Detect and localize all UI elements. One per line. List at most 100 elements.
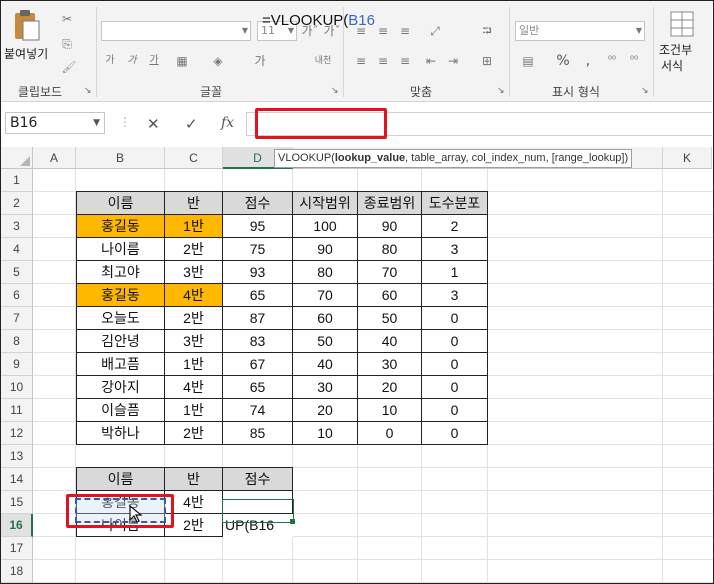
align-right-icon[interactable]: ≡: [397, 53, 413, 69]
orientation-icon[interactable]: ⤢: [427, 23, 443, 39]
cell[interactable]: 2반: [165, 422, 223, 445]
cell[interactable]: 1: [422, 261, 488, 284]
cell[interactable]: 100: [293, 215, 358, 238]
select-all-corner[interactable]: [1, 147, 33, 169]
fill-handle[interactable]: [290, 519, 295, 524]
cell[interactable]: 0: [422, 353, 488, 376]
row-header-5[interactable]: 5: [1, 261, 33, 284]
cell[interactable]: 시작범위: [293, 191, 358, 215]
phonetic-icon[interactable]: 내천: [311, 53, 335, 69]
cell[interactable]: 박하나: [76, 422, 165, 445]
row-header-6[interactable]: 6: [1, 284, 33, 307]
format-painter-icon[interactable]: 🖌: [61, 59, 77, 75]
cell[interactable]: UP(B16: [223, 514, 293, 537]
percent-icon[interactable]: %: [555, 53, 571, 69]
cell[interactable]: 65: [223, 284, 293, 307]
cut-icon[interactable]: ✂: [59, 11, 75, 27]
row-header-4[interactable]: 4: [1, 238, 33, 261]
row-header-14[interactable]: 14: [1, 468, 33, 491]
row-header-9[interactable]: 9: [1, 353, 33, 376]
cell[interactable]: 반: [165, 467, 223, 491]
font-color-icon[interactable]: 가: [251, 53, 269, 69]
align-bottom-icon[interactable]: ≡: [397, 23, 413, 39]
cell[interactable]: 40: [293, 353, 358, 376]
row-header-2[interactable]: 2: [1, 192, 33, 215]
align-left-icon[interactable]: ≡: [353, 53, 369, 69]
cell[interactable]: 50: [293, 330, 358, 353]
number-launcher-icon[interactable]: ↘: [641, 86, 649, 96]
cell[interactable]: 10: [293, 422, 358, 445]
font-launcher-icon[interactable]: ↘: [331, 86, 339, 96]
align-middle-icon[interactable]: ≡: [375, 23, 391, 39]
row-header-12[interactable]: 12: [1, 422, 33, 445]
cell[interactable]: 65: [223, 376, 293, 399]
number-format-combo[interactable]: 일반 ▼: [515, 21, 645, 41]
paste-button[interactable]: 붙여넣기: [4, 9, 48, 65]
cell[interactable]: 반: [165, 191, 223, 215]
underline-icon[interactable]: 가: [147, 53, 161, 69]
cell[interactable]: 3: [422, 284, 488, 307]
row-header-17[interactable]: 17: [1, 537, 33, 560]
cell[interactable]: 3반: [165, 330, 223, 353]
cancel-icon[interactable]: ✕: [147, 115, 160, 133]
cell[interactable]: 4반: [165, 376, 223, 399]
cell[interactable]: 이름: [76, 467, 165, 491]
cell[interactable]: 점수: [223, 191, 293, 215]
row-header-7[interactable]: 7: [1, 307, 33, 330]
cell[interactable]: 20: [293, 399, 358, 422]
cell[interactable]: 75: [223, 238, 293, 261]
wrap-text-icon[interactable]: ⮒: [479, 23, 495, 39]
cell[interactable]: 4반: [165, 284, 223, 307]
column-header-k[interactable]: K: [663, 147, 712, 169]
cell[interactable]: 87: [223, 307, 293, 330]
column-header-a[interactable]: A: [33, 147, 76, 169]
currency-icon[interactable]: ▤: [519, 53, 537, 69]
cell[interactable]: 83: [223, 330, 293, 353]
cell[interactable]: 0: [422, 330, 488, 353]
row-header-8[interactable]: 8: [1, 330, 33, 353]
cell[interactable]: 70: [358, 261, 422, 284]
borders-icon[interactable]: ▦: [173, 53, 191, 69]
row-header-3[interactable]: 3: [1, 215, 33, 238]
cell[interactable]: 점수: [223, 467, 293, 491]
cell[interactable]: 90: [293, 238, 358, 261]
row-header-11[interactable]: 11: [1, 399, 33, 422]
cell[interactable]: 0: [358, 422, 422, 445]
cell[interactable]: 홍길동: [76, 215, 165, 238]
cell[interactable]: 1반: [165, 215, 223, 238]
cell[interactable]: 74: [223, 399, 293, 422]
align-center-icon[interactable]: ≡: [375, 53, 391, 69]
cell[interactable]: 3: [422, 238, 488, 261]
row-header-1[interactable]: 1: [1, 169, 33, 192]
alignment-launcher-icon[interactable]: ↘: [497, 86, 505, 96]
cell[interactable]: 이름: [76, 191, 165, 215]
row-header-18[interactable]: 18: [1, 560, 33, 583]
cell[interactable]: 홍길동: [76, 284, 165, 307]
cell[interactable]: 최고야: [76, 261, 165, 284]
cell[interactable]: [223, 491, 293, 514]
cell[interactable]: 2반: [165, 307, 223, 330]
enter-icon[interactable]: ✓: [185, 115, 198, 133]
cell[interactable]: 1반: [165, 399, 223, 422]
row-header-13[interactable]: 13: [1, 445, 33, 468]
cell[interactable]: 1반: [165, 353, 223, 376]
cell[interactable]: 67: [223, 353, 293, 376]
cell[interactable]: 60: [293, 307, 358, 330]
cell[interactable]: 85: [223, 422, 293, 445]
row-header-10[interactable]: 10: [1, 376, 33, 399]
cell[interactable]: 나이름: [76, 238, 165, 261]
cell[interactable]: 이슬픔: [76, 399, 165, 422]
increase-indent-icon[interactable]: ⇥: [445, 53, 461, 69]
cell[interactable]: 오늘도: [76, 307, 165, 330]
fill-color-icon[interactable]: ◈: [209, 53, 227, 69]
cell[interactable]: 10: [358, 399, 422, 422]
cell[interactable]: 2: [422, 215, 488, 238]
merge-center-icon[interactable]: ⊞: [479, 53, 495, 69]
cell[interactable]: 김안녕: [76, 330, 165, 353]
bold-icon[interactable]: 가: [103, 53, 117, 69]
comma-icon[interactable]: ,: [581, 53, 595, 69]
cell[interactable]: 0: [422, 376, 488, 399]
clipboard-launcher-icon[interactable]: ↘: [84, 86, 92, 96]
increase-decimal-icon[interactable]: ⁰⁰: [603, 53, 621, 69]
row-header-16[interactable]: 16: [1, 514, 33, 537]
